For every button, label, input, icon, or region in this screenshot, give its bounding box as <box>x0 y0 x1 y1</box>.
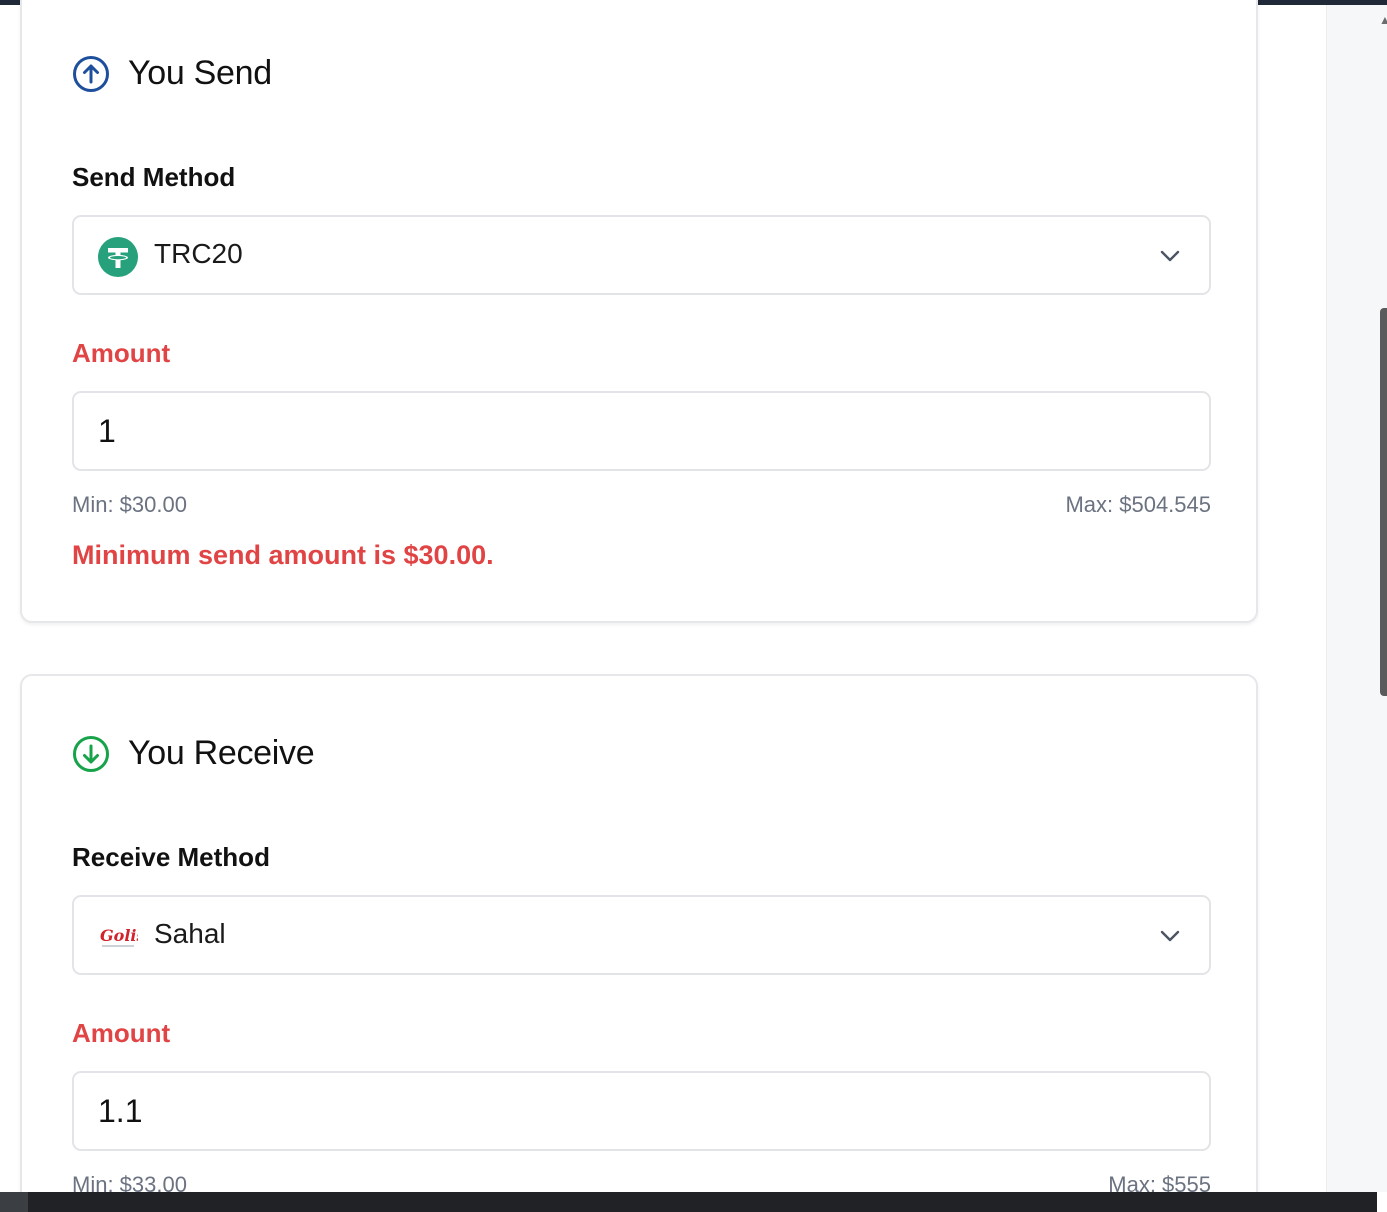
arrow-up-circle-icon <box>73 55 109 92</box>
receive-amount-input[interactable]: 1.1 <box>72 1071 1211 1151</box>
tether-logo-icon <box>98 237 138 277</box>
send-method-label: Send Method <box>72 162 236 192</box>
bottom-bar-left-block <box>0 1192 28 1212</box>
receive-method-value: Sahal <box>154 918 226 949</box>
receive-title: You Receive <box>128 734 315 772</box>
arrow-down-circle-icon <box>73 735 109 772</box>
send-amount-label: Amount <box>72 338 171 368</box>
receive-amount-value: 1.1 <box>98 1093 143 1129</box>
send-card-header: You Send <box>72 54 272 93</box>
send-method-value: TRC20 <box>154 238 243 269</box>
send-min-text: Min: $30.00 <box>72 492 187 517</box>
chevron-down-icon[interactable] <box>1159 925 1181 947</box>
send-amount-value: 1 <box>98 413 116 449</box>
browser-bottom-bar <box>0 1192 1387 1212</box>
receive-amount-label: Amount <box>72 1018 171 1048</box>
send-method-select[interactable]: TRC20 <box>72 215 1211 295</box>
golis-logo-icon: Golis <box>100 926 138 947</box>
receive-card-header: You Receive <box>72 734 315 773</box>
bottom-bar-right-block <box>1377 1192 1387 1212</box>
send-amount-input[interactable]: 1 <box>72 391 1211 471</box>
send-card: You Send Send Method TRC20 Amount 1 Min:… <box>20 0 1258 623</box>
receive-card: You Receive Receive Method Golis Sahal A… <box>20 674 1258 1212</box>
send-limits: Min: $30.00 Max: $504.545 <box>72 492 1211 518</box>
chevron-down-icon[interactable] <box>1159 245 1181 267</box>
page-right-gutter <box>1326 5 1387 1192</box>
send-max-text: Max: $504.545 <box>1065 492 1211 517</box>
send-title: You Send <box>128 54 272 92</box>
send-error-message: Minimum send amount is $30.00. <box>72 540 494 570</box>
receive-method-select[interactable]: Golis Sahal <box>72 895 1211 975</box>
scrollbar-thumb[interactable] <box>1380 308 1387 696</box>
scroll-up-arrow-icon[interactable]: ▲ <box>1379 12 1387 28</box>
svg-text:Golis: Golis <box>100 926 138 945</box>
receive-method-label: Receive Method <box>72 842 270 872</box>
